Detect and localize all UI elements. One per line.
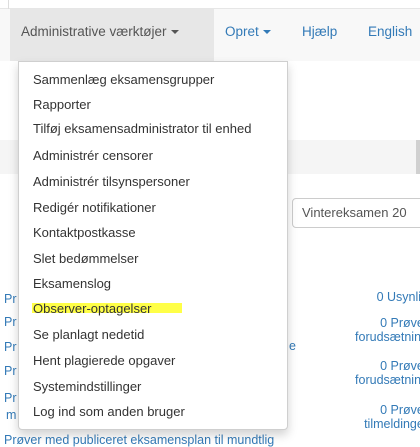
menu-item-exam-log[interactable]: Eksamenslog bbox=[33, 275, 111, 293]
top-bar bbox=[0, 0, 420, 9]
nav-admin-tools[interactable]: Administrative værktøjer bbox=[10, 9, 214, 61]
list-item[interactable]: Pr bbox=[4, 292, 17, 306]
menu-item-plagiarized-tasks[interactable]: Hent plagierede opgaver bbox=[33, 352, 175, 370]
menu-item-merge-exam-groups[interactable]: Sammenlæg eksamensgrupper bbox=[33, 71, 214, 89]
list-item[interactable]: Pr bbox=[4, 315, 17, 329]
list-item-fragment[interactable]: e bbox=[289, 339, 296, 353]
exam-period-select[interactable]: Vintereksamen 20 bbox=[292, 198, 420, 228]
nav-admin-tools-label: Administrative værktøjer bbox=[21, 24, 167, 39]
exam-plan-link[interactable]: Prøver med publiceret eksamensplan til m… bbox=[4, 433, 274, 447]
list-item[interactable]: m bbox=[6, 408, 16, 422]
caret-down-icon bbox=[170, 30, 179, 34]
count-invisible: 0 Usynlig bbox=[376, 290, 420, 304]
admin-tools-menu: Sammenlæg eksamensgrupper Rapporter Tilf… bbox=[18, 61, 288, 430]
list-item[interactable]: Pr bbox=[4, 391, 17, 405]
caret-down-icon bbox=[262, 30, 271, 34]
menu-item-delete-assessments[interactable]: Slet bedømmelser bbox=[33, 250, 138, 268]
menu-item-edit-notifications[interactable]: Redigér notifikationer bbox=[33, 199, 156, 217]
panel-control[interactable] bbox=[416, 140, 420, 174]
menu-item-manage-invigilators[interactable]: Administrér tilsynspersoner bbox=[33, 173, 190, 191]
count-prerequisites-2[interactable]: 0 Prøverforudsætning bbox=[338, 359, 420, 387]
menu-item-contact-mailbox[interactable]: Kontaktpostkasse bbox=[33, 224, 136, 242]
menu-item-observer-recordings[interactable]: Observer-optagelser bbox=[33, 300, 152, 318]
menu-item-manage-censors[interactable]: Administrér censorer bbox=[33, 147, 153, 165]
menu-item-login-as-other-user[interactable]: Log ind som anden bruger bbox=[33, 403, 185, 421]
nav-create-label: Opret bbox=[225, 24, 259, 39]
nav-create[interactable]: Opret bbox=[225, 24, 271, 39]
count-registrations[interactable]: 0 Prøvertilmeldinger bbox=[338, 403, 420, 431]
menu-item-planned-downtime[interactable]: Se planlagt nedetid bbox=[33, 326, 144, 344]
menu-item-add-exam-admin[interactable]: Tilføj eksamensadministrator til enhed bbox=[33, 120, 251, 138]
list-item[interactable]: Pr bbox=[4, 340, 17, 354]
menu-item-system-settings[interactable]: Systemindstillinger bbox=[33, 378, 141, 396]
exam-period-value: Vintereksamen 20 bbox=[302, 205, 407, 220]
count-prerequisites-1[interactable]: 0 Prøverforudsætning bbox=[338, 316, 420, 344]
menu-item-reports[interactable]: Rapporter bbox=[33, 96, 91, 114]
list-item[interactable]: Pr bbox=[4, 364, 17, 378]
nav-language[interactable]: English bbox=[368, 24, 412, 39]
nav-help[interactable]: Hjælp bbox=[302, 24, 337, 39]
navbar: Administrative værktøjer Opret Hjælp Eng… bbox=[0, 9, 420, 61]
